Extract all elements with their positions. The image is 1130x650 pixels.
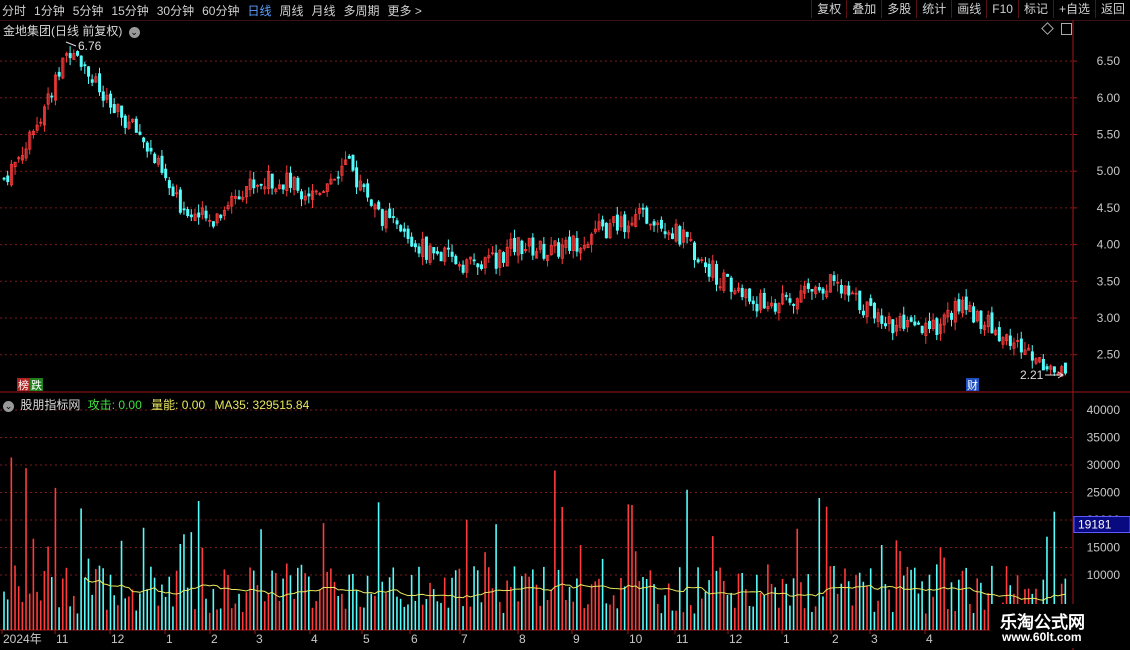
volume-tick-0: 40000 (1087, 403, 1121, 417)
volume-tick-2: 30000 (1087, 458, 1121, 472)
period-2[interactable]: 5分钟 (73, 2, 104, 19)
toolbar-button-0[interactable]: 复权 (811, 0, 846, 18)
period-3[interactable]: 15分钟 (111, 2, 148, 19)
toolbar-button-3[interactable]: 统计 (916, 0, 951, 18)
energy-label: 量能: (151, 398, 179, 412)
stock-title: 金地集团(日线 前复权) (3, 24, 123, 38)
volume-tick-5: 15000 (1087, 541, 1121, 555)
kline-chart[interactable]: 6.50 6.00 5.50 5.00 4.50 4.00 3.50 3.00 2.50 4000… (0, 20, 1130, 650)
price-tick-7: 3.00 (1097, 311, 1121, 325)
x-axis-label-11: 9 (573, 632, 580, 646)
high-price-label: 6.76 (78, 39, 102, 53)
toolbar-button-4[interactable]: 画线 (951, 0, 986, 18)
indicator-title-row: ⌄ 股朋指标网 攻击: 0.00 量能: 0.00 MA35: 329515.8… (3, 396, 309, 413)
attack-label: 攻击: (87, 398, 116, 412)
panel-toggle-icon[interactable] (1061, 23, 1072, 35)
period-bar: 分时 1分钟 5分钟 15分钟 30分钟 60分钟 日线 周线 月线 多周期 更多 > (2, 0, 430, 20)
watermark-line2: www.60lt.com (1002, 630, 1082, 644)
cursor-value: 19181 (1078, 518, 1112, 532)
toolbar-button-5[interactable]: F10 (986, 0, 1018, 18)
price-tick-1: 6.00 (1097, 91, 1121, 105)
toolbar-button-6[interactable]: 标记 (1017, 0, 1053, 18)
x-axis-label-1: 11 (56, 632, 69, 646)
toolbar-button-7[interactable]: +自选 (1052, 0, 1095, 18)
toolbar-button-8[interactable]: 返回 (1094, 0, 1130, 18)
x-axis-label-2: 12 (111, 632, 125, 646)
x-axis-label-3: 1 (166, 632, 173, 646)
toolbar-button-1[interactable]: 叠加 (846, 0, 881, 18)
energy-value: 0.00 (181, 398, 206, 412)
x-axis-label-15: 1 (783, 632, 790, 646)
ma-value: 329515.84 (252, 398, 310, 412)
price-tick-3: 5.00 (1097, 164, 1121, 178)
badge-rank-text: 榜 (18, 378, 29, 392)
volume-tick-1: 35000 (1087, 431, 1121, 445)
x-axis-label-16: 2 (832, 632, 839, 646)
price-tick-6: 3.50 (1097, 274, 1121, 288)
period-8[interactable]: 月线 (312, 2, 336, 19)
price-tick-4: 4.50 (1097, 201, 1121, 215)
period-4[interactable]: 30分钟 (157, 2, 194, 19)
chevron-down-icon[interactable]: ⌄ (3, 401, 14, 412)
low-price-label: 2.21 (1020, 368, 1044, 382)
stock-title-row: 金地集团(日线 前复权) ⌄ (3, 22, 140, 39)
volume-tick-3: 25000 (1087, 486, 1121, 500)
chevron-down-icon[interactable]: ⌄ (128, 27, 140, 38)
volume-tick-6: 10000 (1087, 568, 1121, 582)
x-axis-label-8: 6 (411, 632, 418, 646)
badge-finance-text: 财 (967, 378, 978, 392)
period-0[interactable]: 分时 (2, 2, 26, 19)
x-axis-label-14: 12 (729, 632, 743, 646)
period-1[interactable]: 1分钟 (34, 2, 65, 19)
price-tick-2: 5.50 (1097, 127, 1121, 141)
ma-label: MA35: (214, 398, 250, 412)
x-axis-label-0: 2024年 (3, 632, 42, 646)
period-7[interactable]: 周线 (279, 2, 303, 19)
period-5[interactable]: 60分钟 (202, 2, 239, 19)
price-tick-0: 6.50 (1097, 54, 1121, 68)
price-tick-5: 4.00 (1097, 238, 1121, 252)
price-tick-8: 2.50 (1097, 348, 1121, 362)
watermark-logo: 乐淘公式网 www.60lt.com (990, 604, 1120, 648)
period-10[interactable]: 更多 > (388, 2, 422, 19)
x-axis-label-6: 4 (311, 632, 318, 646)
x-axis-label-12: 10 (629, 632, 643, 646)
x-axis-label-5: 3 (256, 632, 263, 646)
x-axis-label-9: 7 (461, 632, 468, 646)
x-axis-label-18: 4 (926, 632, 933, 646)
period-9[interactable]: 多周期 (344, 2, 380, 19)
toolbar-right-buttons: 复权 叠加 多股 统计 画线 F10 标记 +自选 返回 (811, 0, 1130, 20)
attack-value: 0.00 (118, 398, 142, 412)
indicator-name: 股朋指标网 (20, 398, 81, 412)
x-axis-label-4: 2 (211, 632, 218, 646)
x-axis-label-17: 3 (871, 632, 878, 646)
x-axis-label-13: 11 (676, 632, 689, 646)
toolbar: 分时 1分钟 5分钟 15分钟 30分钟 60分钟 日线 周线 月线 多周期 更多 > 复权 叠加 多股… (0, 0, 1130, 21)
badge-fall-text: 跌 (31, 378, 42, 392)
x-axis-label-7: 5 (363, 632, 370, 646)
toolbar-button-2[interactable]: 多股 (881, 0, 916, 18)
period-6[interactable]: 日线 (247, 2, 271, 19)
x-axis-label-10: 8 (519, 632, 526, 646)
